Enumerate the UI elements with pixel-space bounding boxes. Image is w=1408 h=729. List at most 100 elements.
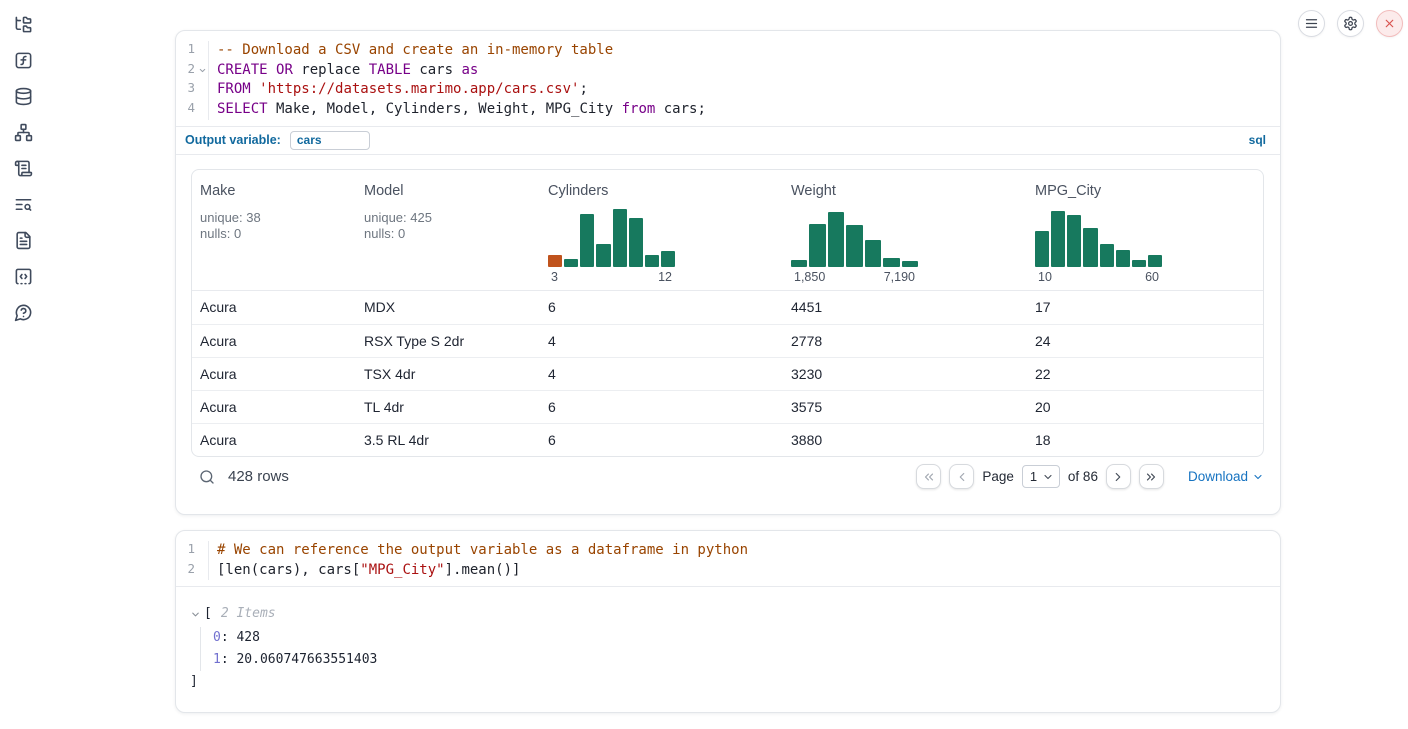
table-cell: 3880 xyxy=(783,424,1027,456)
sidebar-item-data-sources[interactable] xyxy=(14,86,34,106)
axis-max-label: 7,190 xyxy=(884,270,915,284)
column-header-name[interactable]: Cylinders xyxy=(548,183,775,199)
sidebar-item-logs[interactable] xyxy=(14,158,34,178)
table-row: AcuraRSX Type S 2dr4277824 xyxy=(192,324,1263,357)
output-item-value: 428 xyxy=(236,630,259,645)
first-page-button[interactable] xyxy=(916,464,941,489)
page-label: Page xyxy=(982,469,1014,484)
histogram-bar xyxy=(1083,228,1097,267)
sidebar-item-variables[interactable] xyxy=(14,50,34,70)
sidebar-item-snippets[interactable] xyxy=(14,266,34,286)
chevron-right-icon xyxy=(1111,470,1125,484)
sidebar-item-table-of-contents[interactable] xyxy=(14,194,34,214)
axis-min-label: 1,850 xyxy=(794,270,825,284)
code-token: cars xyxy=(411,62,462,78)
table-cell: Acura xyxy=(192,291,356,324)
histogram-bar xyxy=(809,224,825,267)
table-cell: 17 xyxy=(1027,291,1263,324)
code-token: TABLE xyxy=(369,62,411,78)
column-stat: nulls: 0 xyxy=(200,226,348,243)
code-snippet-icon xyxy=(14,267,34,286)
pagination: Page 1 of 86 Download xyxy=(916,464,1264,489)
table-row: Acura3.5 RL 4dr6388018 xyxy=(192,423,1263,456)
column-stats: unique: 38nulls: 0 xyxy=(200,210,348,243)
next-page-button[interactable] xyxy=(1106,464,1131,489)
last-page-button[interactable] xyxy=(1139,464,1164,489)
output-item-colon: : xyxy=(221,652,237,667)
line-number-gutter: 12 xyxy=(176,541,209,580)
histogram-bar xyxy=(1067,215,1081,267)
download-button[interactable]: Download xyxy=(1188,469,1264,484)
histogram-bar xyxy=(661,251,675,267)
histogram-bar xyxy=(564,259,578,267)
close-icon xyxy=(1383,17,1396,30)
histogram-bars xyxy=(791,209,918,267)
items-count-label: 2 Items xyxy=(221,603,276,625)
python-code-editor[interactable]: # We can reference the output variable a… xyxy=(209,541,748,580)
code-token: -- Download a CSV and create an in-memor… xyxy=(217,42,613,58)
helper-panel-sidebar xyxy=(0,0,48,322)
histogram-bar xyxy=(828,212,844,267)
database-icon xyxy=(14,87,34,106)
table-cell: TL 4dr xyxy=(356,391,540,423)
histogram: 1060 xyxy=(1035,209,1255,284)
column-header-name[interactable]: Model xyxy=(364,183,532,199)
histogram-bar xyxy=(580,214,594,267)
output-variable-input[interactable] xyxy=(290,131,370,150)
histogram-bar xyxy=(629,218,643,267)
page-total-label: of 86 xyxy=(1068,469,1098,484)
text-search-icon xyxy=(14,195,34,214)
fold-chevron-icon[interactable] xyxy=(198,66,207,75)
histogram: 1,850 7,190 xyxy=(791,209,1019,284)
table-cell: 18 xyxy=(1027,424,1263,456)
histogram: 3 12 xyxy=(548,209,775,284)
axis-min-label: 3 xyxy=(551,270,558,284)
sidebar-item-documentation[interactable] xyxy=(14,230,34,250)
column-header-name[interactable]: Weight xyxy=(791,183,1019,199)
code-token: ].mean()] xyxy=(445,562,521,578)
axis-max-label: 60 xyxy=(1145,270,1159,284)
page-select[interactable]: 1 xyxy=(1022,465,1060,488)
code-token xyxy=(268,62,276,78)
column-header: Cylinders 3 12 xyxy=(540,170,783,290)
histogram-bar xyxy=(1116,250,1130,267)
help-chat-icon xyxy=(14,303,34,322)
search-icon[interactable] xyxy=(199,469,215,485)
table-cell: 4 xyxy=(540,325,783,357)
column-header: Weight 1,850 7,190 xyxy=(783,170,1027,290)
code-token: ; xyxy=(579,81,587,97)
column-header-name[interactable]: MPG_City xyxy=(1035,183,1255,199)
chevron-down-icon xyxy=(1042,471,1054,483)
sidebar-item-dependency-graph[interactable] xyxy=(14,122,34,142)
output-item-colon: : xyxy=(221,630,237,645)
shutdown-button[interactable] xyxy=(1376,10,1403,37)
python-output: [ 2 Items 0: 4281: 20.060747663551403 ] xyxy=(176,587,1280,693)
function-square-icon xyxy=(14,51,34,70)
row-count: 428 rows xyxy=(228,468,289,485)
code-token: from xyxy=(622,101,656,117)
chevron-down-icon[interactable] xyxy=(190,609,204,620)
download-label: Download xyxy=(1188,469,1248,484)
sidebar-item-file-explorer[interactable] xyxy=(14,14,34,34)
histogram-axis: 1060 xyxy=(1035,267,1162,284)
code-token xyxy=(251,81,259,97)
line-number: 2 xyxy=(176,561,208,581)
previous-page-button[interactable] xyxy=(949,464,974,489)
histogram-bar xyxy=(791,260,807,267)
histogram-bar xyxy=(883,258,899,267)
code-token: [len(cars), cars[ xyxy=(217,562,360,578)
sql-code-area: 1234 -- Download a CSV and create an in-… xyxy=(176,31,1280,127)
output-item: 1: 20.060747663551403 xyxy=(213,649,1280,671)
axis-max-label: 12 xyxy=(658,270,672,284)
notebook-menu-button[interactable] xyxy=(1298,10,1325,37)
sql-code-editor[interactable]: -- Download a CSV and create an in-memor… xyxy=(209,41,706,120)
column-header-name[interactable]: Make xyxy=(200,183,348,199)
table-cell: TSX 4dr xyxy=(356,358,540,390)
sidebar-item-help[interactable] xyxy=(14,302,34,322)
table-cell: 22 xyxy=(1027,358,1263,390)
histogram-bar xyxy=(1035,231,1049,267)
histogram-bar xyxy=(1051,211,1065,267)
table-cell: 4 xyxy=(540,358,783,390)
settings-button[interactable] xyxy=(1337,10,1364,37)
code-token: FROM xyxy=(217,81,251,97)
